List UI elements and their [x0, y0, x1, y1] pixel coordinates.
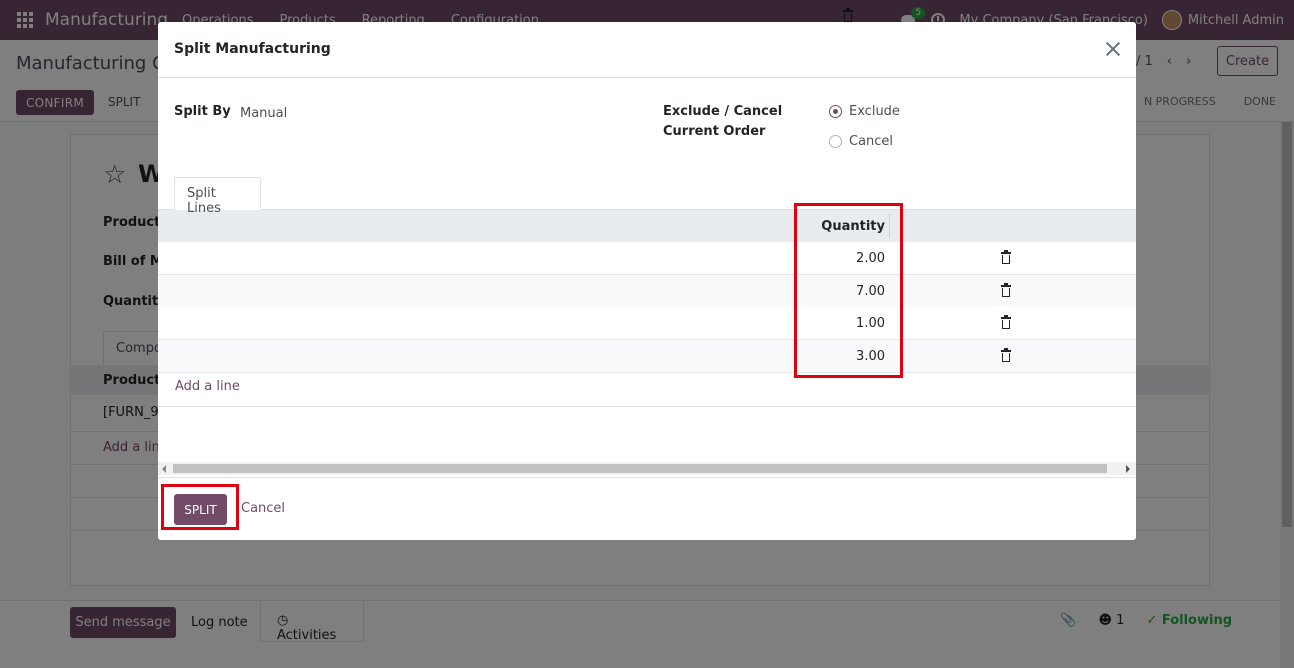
tab-split-lines[interactable]: Split Lines: [174, 177, 261, 216]
quantity-column-header[interactable]: Quantity: [800, 219, 885, 234]
trash-icon[interactable]: [1001, 283, 1011, 297]
table-row[interactable]: 3.00: [158, 340, 1136, 373]
scroll-left-icon[interactable]: [162, 465, 166, 473]
table-bottom-border: [158, 406, 1136, 407]
quantity-cell[interactable]: 3.00: [800, 349, 885, 364]
trash-icon[interactable]: [1001, 250, 1011, 264]
split-by-value[interactable]: Manual: [240, 106, 287, 121]
radio-exclude[interactable]: Exclude: [829, 104, 900, 119]
split-by-label: Split By: [174, 104, 231, 119]
trash-icon[interactable]: [1001, 315, 1011, 329]
quantity-cell[interactable]: 7.00: [800, 284, 885, 299]
dialog-title: Split Manufacturing: [174, 41, 331, 57]
table-header: Quantity: [158, 210, 1136, 242]
add-line-link[interactable]: Add a line: [175, 379, 240, 394]
dialog-footer: SPLIT Cancel: [158, 477, 1136, 540]
split-manufacturing-dialog: Split Manufacturing Split By Manual Excl…: [158, 22, 1136, 540]
radio-cancel-input[interactable]: [829, 135, 842, 148]
split-lines-table: Quantity 2.00 7.00 1.00 3.00 Add a line: [158, 209, 1136, 505]
table-row[interactable]: 2.00: [158, 242, 1136, 275]
trash-icon[interactable]: [1001, 348, 1011, 362]
dialog-header: Split Manufacturing: [158, 22, 1136, 78]
scrollbar-thumb[interactable]: [173, 464, 1107, 473]
close-icon[interactable]: [1104, 40, 1122, 58]
table-row[interactable]: 7.00: [158, 275, 1136, 308]
quantity-cell[interactable]: 2.00: [800, 251, 885, 266]
exclude-cancel-label: Exclude / Cancel Current Order: [663, 104, 783, 139]
quantity-cell[interactable]: 1.00: [800, 316, 885, 331]
radio-cancel[interactable]: Cancel: [829, 134, 893, 149]
scroll-right-icon[interactable]: [1126, 465, 1130, 473]
table-row[interactable]: 1.00: [158, 307, 1136, 340]
column-divider[interactable]: [889, 214, 890, 238]
cancel-button[interactable]: Cancel: [241, 501, 285, 516]
split-button[interactable]: SPLIT: [174, 494, 227, 525]
radio-cancel-label: Cancel: [849, 134, 894, 149]
horizontal-scrollbar[interactable]: [158, 462, 1136, 475]
radio-exclude-input[interactable]: [829, 105, 842, 118]
radio-exclude-label: Exclude: [849, 104, 900, 119]
